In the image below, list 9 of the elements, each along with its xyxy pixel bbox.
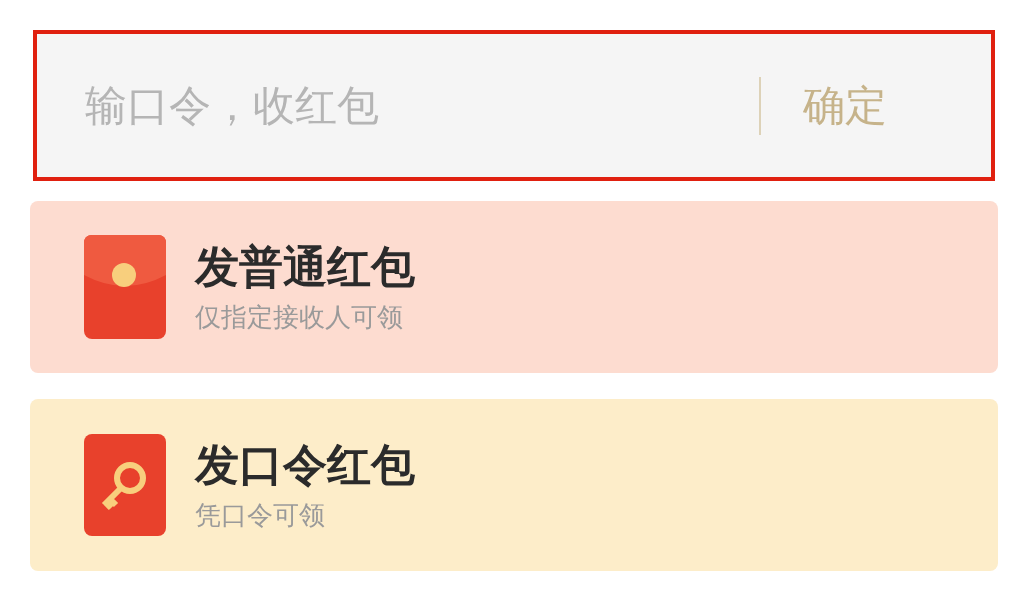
option-card[interactable]: 发口令红包 凭口令可领 <box>30 399 998 571</box>
password-input[interactable]: 输口令，收红包 <box>85 74 759 137</box>
option-subtitle: 仅指定接收人可领 <box>195 301 404 333</box>
option-subtitle: 凭口令可领 <box>195 499 326 531</box>
option-title: 发普通红包 <box>195 241 415 293</box>
option-card[interactable]: 发普通红包 仅指定接收人可领 <box>30 201 998 373</box>
key-icon <box>84 434 166 536</box>
option-title: 发口令红包 <box>195 439 415 491</box>
envelope-icon <box>84 235 166 339</box>
